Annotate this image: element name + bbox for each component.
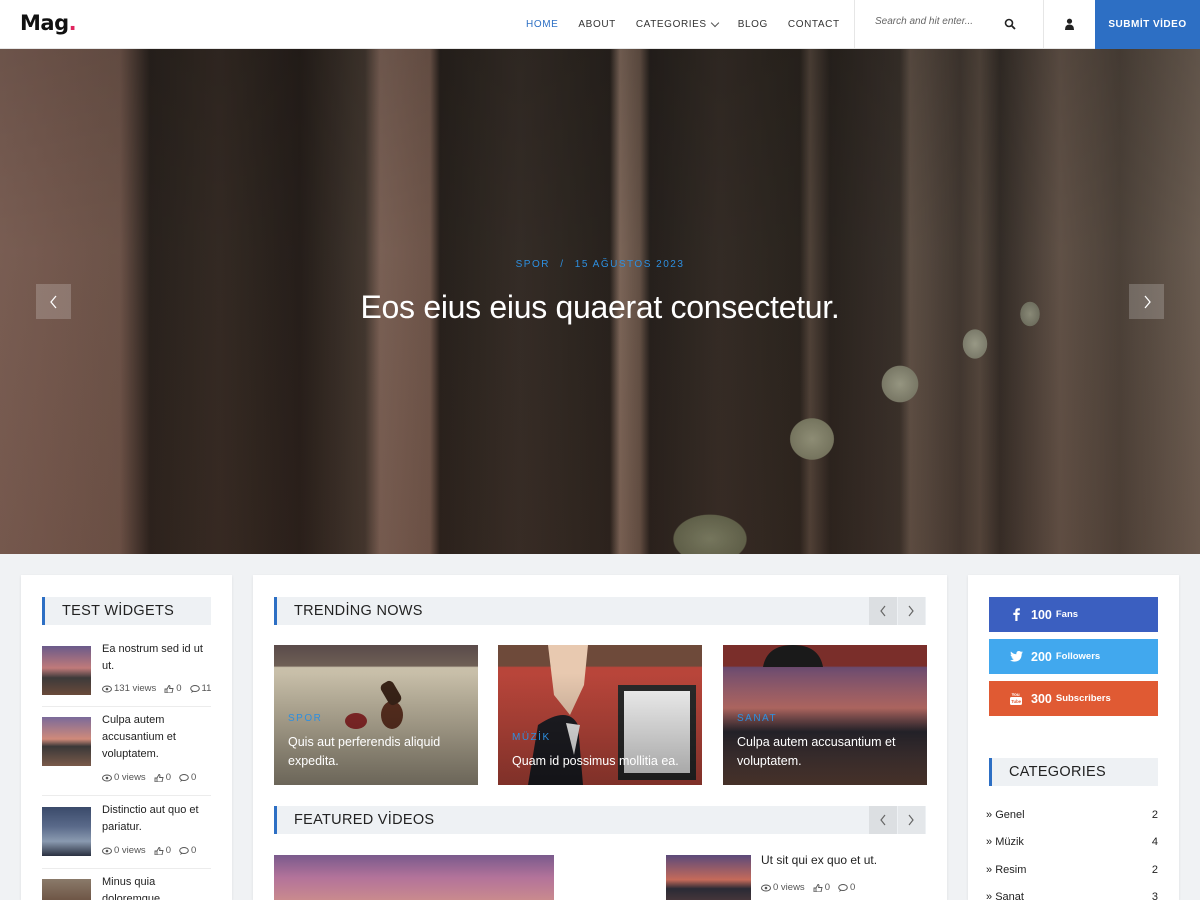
- hero-prev-button[interactable]: [36, 284, 71, 319]
- post-thumbnail[interactable]: [42, 807, 91, 856]
- card-title[interactable]: Quam id possimus mollitia ea.: [512, 752, 692, 771]
- post-thumbnail[interactable]: [42, 646, 91, 695]
- card-title[interactable]: Quis aut perferendis aliquid expedita.: [288, 733, 468, 771]
- top-header: Mag. HOME ABOUT CATEGORIES BLOG CONTACT …: [0, 0, 1200, 49]
- featured-side-meta: 0 views 0 0: [761, 882, 855, 893]
- youtube-icon: You Tube: [1010, 692, 1022, 705]
- trending-panel: TRENDİNG NOWS SPOR Quis aut perferendis …: [253, 575, 947, 900]
- test-widgets-panel: TEST WİDGETS Ea nostrum sed id ut ut. 13…: [21, 575, 232, 900]
- trending-next-button[interactable]: [897, 597, 925, 625]
- hero-category[interactable]: SPOR: [516, 259, 550, 270]
- featured-prev-button[interactable]: [869, 806, 897, 834]
- site-logo[interactable]: Mag.: [20, 11, 77, 35]
- thumbs-up-icon: [154, 773, 164, 782]
- divider: [42, 795, 211, 796]
- list-item[interactable]: Ea nostrum sed id ut ut. 131 views 0 11: [42, 643, 211, 696]
- trending-title: TRENDİNG NOWS: [274, 597, 926, 625]
- user-icon: [1065, 18, 1074, 30]
- featured-next-button[interactable]: [897, 806, 925, 834]
- featured-side-title[interactable]: Ut sit qui ex quo et ut.: [761, 853, 877, 867]
- nav-home[interactable]: HOME: [526, 19, 558, 30]
- comments-icon: [179, 846, 189, 855]
- thumbs-up-icon: [164, 684, 174, 693]
- category-item-muzik[interactable]: » Müzik 4: [986, 836, 1158, 848]
- test-widgets-title: TEST WİDGETS: [42, 597, 211, 625]
- list-item[interactable]: Distinctio aut quo et pariatur. 0 views …: [42, 804, 211, 857]
- category-item-resim[interactable]: » Resim 2: [986, 864, 1158, 876]
- post-title[interactable]: Culpa autem accusantium et voluptatem.: [102, 712, 214, 763]
- post-title[interactable]: Distinctio aut quo et pariatur.: [102, 802, 214, 836]
- hero-title[interactable]: Eos eius eius quaerat consectetur.: [0, 289, 1200, 326]
- eye-icon: [102, 685, 112, 692]
- trending-prev-button[interactable]: [869, 597, 897, 625]
- chevron-down-icon: [710, 18, 719, 27]
- featured-carousel-nav: [869, 806, 925, 834]
- categories-title: CATEGORIES: [989, 758, 1158, 786]
- trending-card[interactable]: SPOR Quis aut perferendis aliquid expedi…: [274, 645, 478, 785]
- nav-blog[interactable]: BLOG: [738, 19, 768, 30]
- hero-date: 15 AĞUSTOS 2023: [574, 259, 685, 270]
- search-input[interactable]: [875, 16, 995, 27]
- featured-side-thumbnail[interactable]: [666, 855, 751, 900]
- chevron-left-icon: [879, 814, 886, 826]
- hero-slider: SPOR / 15 AĞUSTOS 2023 Eos eius eius qua…: [0, 49, 1200, 554]
- chevron-right-icon: [908, 605, 915, 617]
- nav-contact[interactable]: CONTACT: [788, 19, 840, 30]
- user-account[interactable]: [1044, 0, 1095, 49]
- youtube-subscribers-button[interactable]: You Tube 300 Subscribers: [989, 681, 1158, 716]
- card-category[interactable]: SPOR: [288, 713, 322, 724]
- card-category[interactable]: MÜZİK: [512, 732, 551, 743]
- chevron-left-icon: [879, 605, 886, 617]
- comments-icon: [189, 684, 200, 693]
- post-meta: 0 views 0 0: [102, 772, 196, 783]
- main-nav: HOME ABOUT CATEGORIES BLOG CONTACT: [516, 0, 850, 48]
- nav-about[interactable]: ABOUT: [578, 19, 615, 30]
- comments-icon: [179, 773, 189, 782]
- divider: [42, 868, 211, 869]
- featured-videos-title: FEATURED VİDEOS: [274, 806, 926, 834]
- eye-icon: [102, 774, 112, 781]
- comments-icon: [838, 883, 848, 892]
- search-box: [854, 0, 1044, 49]
- featured-video-thumbnail[interactable]: [274, 855, 554, 900]
- eye-icon: [761, 884, 771, 891]
- twitter-icon: [1009, 651, 1023, 662]
- divider: [42, 706, 211, 707]
- facebook-fans-button[interactable]: 100 Fans: [989, 597, 1158, 632]
- twitter-followers-button[interactable]: 200 Followers: [989, 639, 1158, 674]
- post-title[interactable]: Ea nostrum sed id ut ut.: [102, 641, 214, 675]
- chevron-left-icon: [49, 295, 56, 308]
- trending-card[interactable]: MÜZİK Quam id possimus mollitia ea.: [498, 645, 702, 785]
- nav-categories[interactable]: CATEGORIES: [636, 18, 719, 30]
- sidebar-right-panel: 100 Fans 200 Followers You Tube 300 Subscrib…: [968, 575, 1179, 900]
- chevron-right-icon: [1144, 295, 1151, 308]
- eye-icon: [102, 847, 112, 854]
- thumbs-up-icon: [813, 883, 823, 892]
- trending-card[interactable]: SANAT Culpa autem accusantium et volupta…: [723, 645, 927, 785]
- submit-video-button[interactable]: SUBMİT VİDEO: [1095, 0, 1200, 49]
- hero-separator: /: [560, 259, 565, 270]
- card-title[interactable]: Culpa autem accusantium et voluptatem.: [737, 733, 917, 771]
- svg-text:Tube: Tube: [1011, 699, 1021, 704]
- search-icon[interactable]: [1004, 18, 1016, 30]
- category-item-sanat[interactable]: » Sanat 3: [986, 891, 1158, 900]
- facebook-icon: [1012, 608, 1020, 621]
- thumbs-up-icon: [154, 846, 164, 855]
- trending-carousel-nav: [869, 597, 925, 625]
- list-item[interactable]: Minus quia doloremque: [42, 876, 211, 900]
- post-thumbnail[interactable]: [42, 879, 91, 900]
- list-item[interactable]: Culpa autem accusantium et voluptatem. 0…: [42, 714, 211, 783]
- post-title[interactable]: Minus quia doloremque: [102, 874, 214, 900]
- hero-meta: SPOR / 15 AĞUSTOS 2023: [0, 259, 1200, 270]
- hero-next-button[interactable]: [1129, 284, 1164, 319]
- svg-text:You: You: [1012, 692, 1020, 697]
- post-meta: 0 views 0 0: [102, 845, 196, 856]
- post-thumbnail[interactable]: [42, 717, 91, 766]
- card-category[interactable]: SANAT: [737, 713, 777, 724]
- category-item-genel[interactable]: » Genel 2: [986, 809, 1158, 821]
- post-meta: 131 views 0 11: [102, 683, 211, 694]
- chevron-right-icon: [908, 814, 915, 826]
